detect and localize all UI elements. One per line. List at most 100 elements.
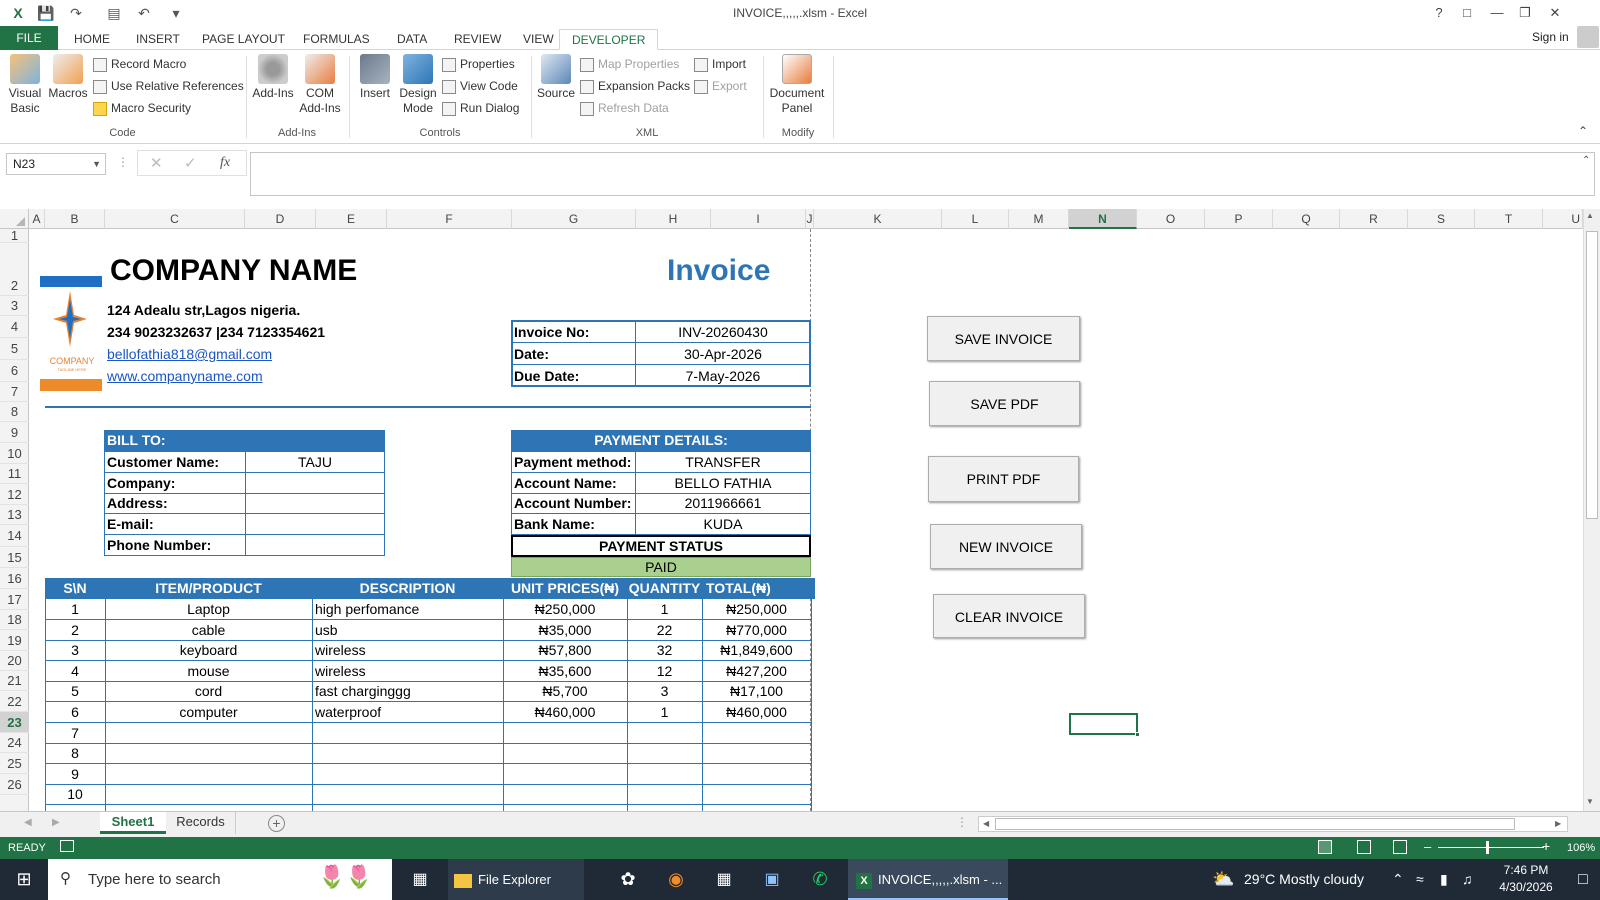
table-cell-total[interactable] <box>702 723 811 743</box>
row-header-6[interactable]: 6 <box>0 360 29 382</box>
table-cell-total[interactable] <box>702 784 811 804</box>
expand-formula-icon[interactable]: ⌃ <box>1582 155 1590 166</box>
page-break-view-icon[interactable] <box>1393 840 1407 854</box>
row-header-13[interactable]: 13 <box>0 505 29 525</box>
sheet-prev-icon[interactable]: ◀ <box>24 817 32 828</box>
table-cell-serial[interactable]: 8 <box>45 743 105 763</box>
table-cell-quantity[interactable] <box>627 784 702 804</box>
expansion-packs-button[interactable]: Expansion Packs <box>580 76 690 96</box>
page-layout-view-icon[interactable] <box>1357 840 1371 854</box>
tab-insert[interactable]: INSERT <box>128 29 188 50</box>
table-cell-unit-price[interactable]: ₦35,600 <box>503 661 627 681</box>
table-cell-serial[interactable]: 1 <box>45 599 105 619</box>
scroll-up-icon[interactable]: ▲ <box>1586 211 1594 220</box>
table-cell-description[interactable]: fast charginggg <box>312 681 503 701</box>
insert-function-button[interactable]: fx <box>220 155 230 171</box>
table-cell-total[interactable]: ₦250,000 <box>702 599 811 619</box>
taskbar-file-explorer[interactable]: File Explorer <box>448 859 584 900</box>
notifications-icon[interactable]: □ <box>1578 859 1588 900</box>
table-cell-description[interactable] <box>312 743 503 763</box>
table-cell-item[interactable]: mouse <box>105 661 312 681</box>
table-cell-item[interactable]: Laptop <box>105 599 312 619</box>
column-header-j[interactable]: J <box>806 209 814 229</box>
customer-name-value[interactable]: TAJU <box>246 454 384 470</box>
column-header-r[interactable]: R <box>1340 209 1408 229</box>
weather-text[interactable]: 29°C Mostly cloudy <box>1244 859 1364 900</box>
invoice-no-value[interactable]: INV-20260430 <box>636 324 810 340</box>
save-pdf-button[interactable]: SAVE PDF <box>929 381 1080 426</box>
row-header-16[interactable]: 16 <box>0 568 29 589</box>
company-email-link[interactable]: bellofathia818@gmail.com <box>107 346 272 362</box>
column-header-p[interactable]: P <box>1205 209 1273 229</box>
tab-file[interactable]: FILE <box>0 26 58 50</box>
add-ins-button[interactable]: Add-Ins <box>251 52 295 101</box>
zoom-in-icon[interactable]: + <box>1542 838 1550 854</box>
column-header-e[interactable]: E <box>316 209 387 229</box>
column-header-c[interactable]: C <box>105 209 245 229</box>
ribbon-display-icon[interactable]: □ <box>1454 4 1480 22</box>
row-header-1[interactable]: 1 <box>0 229 29 243</box>
table-cell-quantity[interactable]: 22 <box>627 620 702 640</box>
sheet-next-icon[interactable]: ▶ <box>52 817 60 828</box>
table-cell-quantity[interactable] <box>627 764 702 784</box>
fill-handle[interactable] <box>1135 732 1140 737</box>
row-header-7[interactable]: 7 <box>0 382 29 402</box>
table-cell-serial[interactable]: 10 <box>45 784 105 804</box>
table-cell-unit-price[interactable]: ₦250,000 <box>503 599 627 619</box>
enter-icon[interactable]: ✓ <box>184 154 197 172</box>
taskbar-search-box[interactable]: ⚲ Type here to search 🌷🌷 <box>48 859 392 900</box>
map-properties-button[interactable]: Map Properties <box>580 54 679 74</box>
row-header-10[interactable]: 10 <box>0 443 29 464</box>
table-cell-description[interactable]: wireless <box>312 661 503 681</box>
table-cell-unit-price[interactable]: ₦35,000 <box>503 620 627 640</box>
taskbar-excel-window[interactable]: X INVOICE,,,,,.xlsm - ... <box>848 859 1008 900</box>
row-header-4[interactable]: 4 <box>0 316 29 338</box>
horizontal-scroll-thumb[interactable] <box>995 818 1515 830</box>
column-header-a[interactable]: A <box>29 209 45 229</box>
tab-formulas[interactable]: FORMULAS <box>295 29 378 50</box>
table-cell-serial[interactable]: 6 <box>45 702 105 722</box>
print-pdf-button[interactable]: PRINT PDF <box>928 456 1079 502</box>
row-header-24[interactable]: 24 <box>0 733 29 753</box>
column-header-s[interactable]: S <box>1408 209 1475 229</box>
column-header-t[interactable]: T <box>1475 209 1543 229</box>
tab-view[interactable]: VIEW <box>515 29 562 50</box>
cancel-icon[interactable]: ✕ <box>150 154 163 172</box>
task-view-icon[interactable]: ▦ <box>408 859 432 900</box>
table-cell-item[interactable]: cable <box>105 620 312 640</box>
macros-button[interactable]: Macros <box>47 52 89 101</box>
sign-in-link[interactable]: Sign in <box>1532 30 1569 44</box>
table-cell-serial[interactable]: 9 <box>45 764 105 784</box>
source-button[interactable]: Source <box>535 52 577 101</box>
properties-button[interactable]: Properties <box>442 54 515 74</box>
column-header-k[interactable]: K <box>814 209 942 229</box>
copilot-icon[interactable]: ✿ <box>616 859 640 900</box>
firefox-icon[interactable]: ◉ <box>664 859 688 900</box>
table-cell-total[interactable]: ₦770,000 <box>702 620 811 640</box>
table-cell-description[interactable]: high perfomance <box>312 599 503 619</box>
show-hidden-icons[interactable]: ⌃ <box>1392 859 1404 900</box>
table-cell-quantity[interactable] <box>627 723 702 743</box>
row-header-19[interactable]: 19 <box>0 630 29 651</box>
table-cell-description[interactable]: usb <box>312 620 503 640</box>
column-header-f[interactable]: F <box>387 209 512 229</box>
split-handle-icon[interactable]: ⋮ <box>956 815 968 829</box>
volume-icon[interactable]: ♫ <box>1462 859 1473 900</box>
close-icon[interactable]: ✕ <box>1542 4 1568 22</box>
row-header-2[interactable]: 2 <box>0 243 29 296</box>
row-header-14[interactable]: 14 <box>0 525 29 547</box>
row-header-23[interactable]: 23 <box>0 712 29 733</box>
restore-icon[interactable]: ❐ <box>1512 4 1538 22</box>
new-sheet-icon[interactable]: + <box>268 815 285 832</box>
table-cell-serial[interactable]: 7 <box>45 723 105 743</box>
row-header-22[interactable]: 22 <box>0 691 29 712</box>
sheet-tab-sheet1[interactable]: Sheet1 <box>100 812 166 834</box>
remote-desktop-icon[interactable]: ▣ <box>760 859 784 900</box>
table-cell-quantity[interactable]: 3 <box>627 681 702 701</box>
row-header-18[interactable]: 18 <box>0 610 29 630</box>
minimize-icon[interactable]: — <box>1484 4 1510 22</box>
name-box-dropdown-icon[interactable]: ▼ <box>92 154 101 174</box>
row-header-12[interactable]: 12 <box>0 484 29 505</box>
row-header-17[interactable]: 17 <box>0 589 29 610</box>
view-code-button[interactable]: View Code <box>442 76 518 96</box>
